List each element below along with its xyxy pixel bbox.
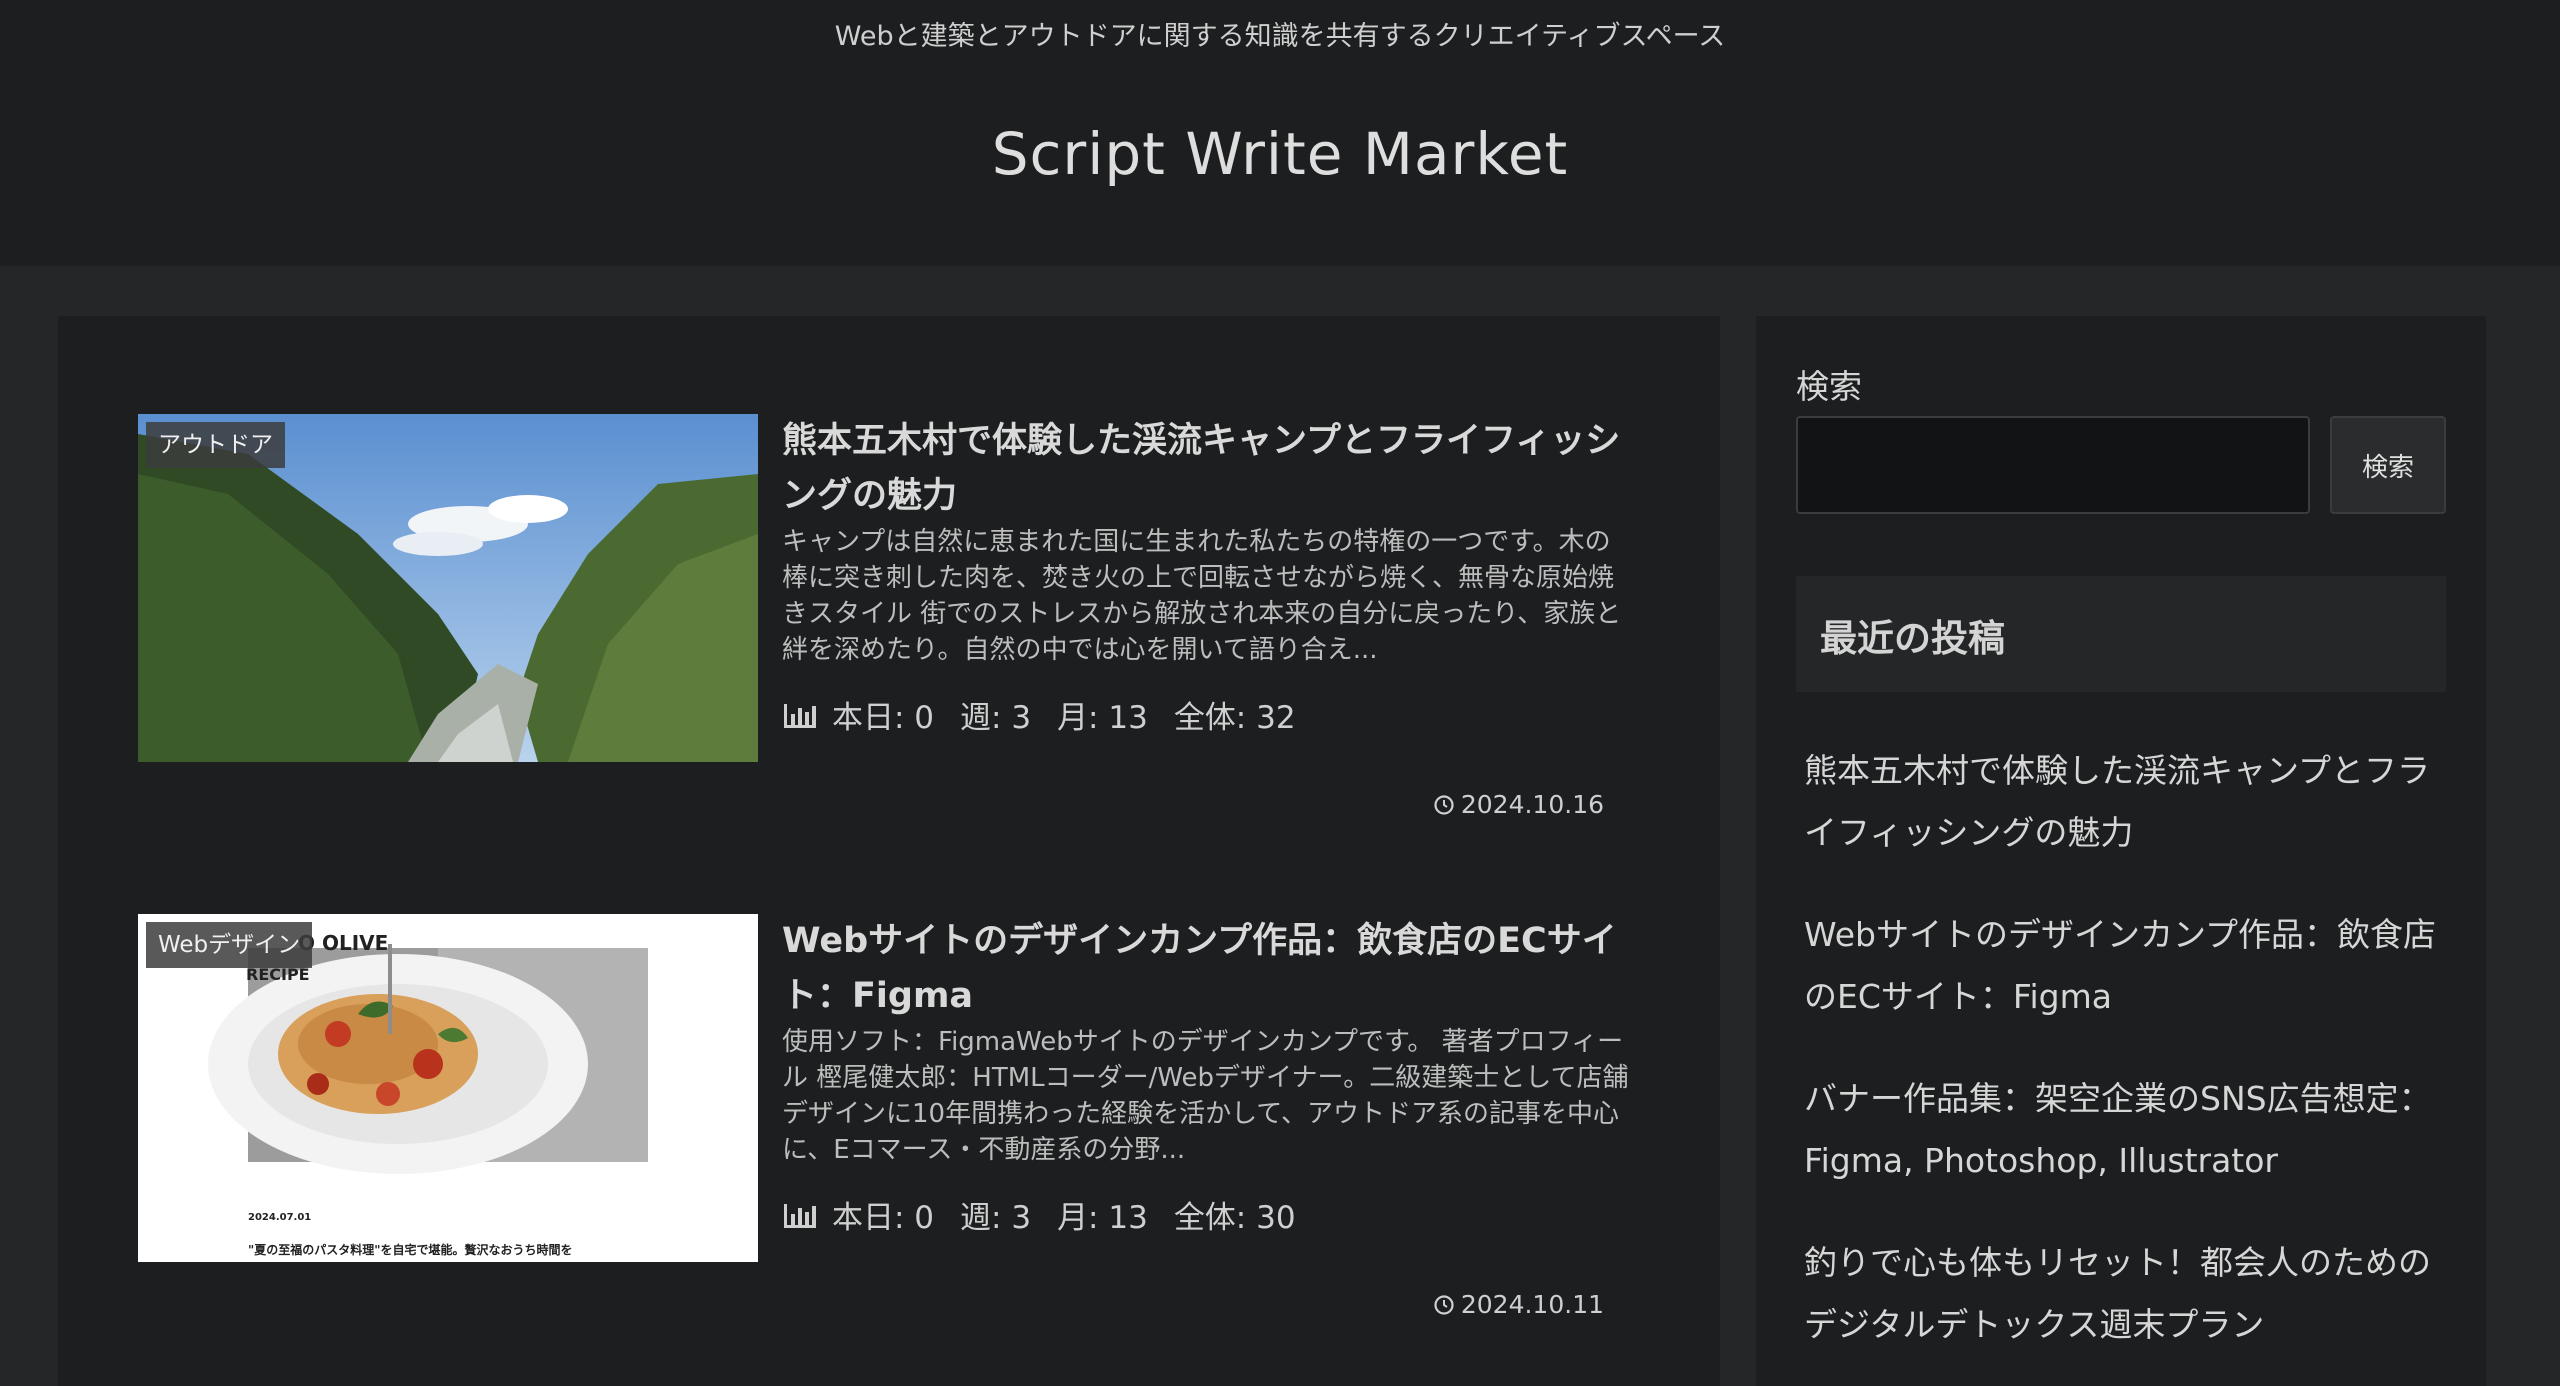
- post-thumbnail-mountain-valley[interactable]: アウトドア: [138, 414, 758, 762]
- site-header: Webと建築とアウトドアに関する知識を共有するクリエイティブスペース Scrip…: [0, 0, 2560, 266]
- search-button[interactable]: 検索: [2330, 416, 2446, 514]
- post-card[interactable]: O OLIVE RECIPE 2024.07.01 "夏の至福のパスタ料理"を自…: [138, 914, 1698, 1324]
- post-title[interactable]: 熊本五木村で体験した渓流キャンプとフライフィッシングの魅力: [782, 414, 1632, 524]
- post-card[interactable]: アウトドア 熊本五木村で体験した渓流キャンプとフライフィッシングの魅力 キャンプ…: [138, 414, 1698, 824]
- stat-today: 本日: 0: [832, 1200, 935, 1236]
- recent-posts-list: 熊本五木村で体験した渓流キャンプとフライフィッシングの魅力 Webサイトのデザイ…: [1804, 740, 2454, 1386]
- category-badge[interactable]: Webデザイン: [146, 922, 313, 968]
- post-date-text: 2024.10.11: [1460, 1290, 1604, 1319]
- bar-chart-icon: [784, 1203, 816, 1228]
- post-view-stats: 本日: 0 週: 3 月: 13 全体: 32: [782, 692, 1632, 737]
- post-date: 2024.10.11: [1433, 1290, 1604, 1319]
- post-date: 2024.10.16: [1433, 790, 1604, 819]
- thumb-caption-text: "夏の至福のパスタ料理"を自宅で堪能。贅沢なおうち時間を: [248, 1242, 573, 1257]
- recent-post-link[interactable]: 熊本五木村で体験した渓流キャンプとフライフィッシングの魅力: [1804, 740, 2454, 864]
- category-badge[interactable]: アウトドア: [146, 422, 285, 468]
- thumb-date-text: 2024.07.01: [248, 1212, 311, 1223]
- recent-posts-heading-box: 最近の投稿: [1796, 576, 2446, 692]
- post-thumbnail-pasta[interactable]: O OLIVE RECIPE 2024.07.01 "夏の至福のパスタ料理"を自…: [138, 914, 758, 1262]
- post-title[interactable]: Webサイトのデザインカンプ作品：飲食店のECサイト：Figma: [782, 914, 1632, 1024]
- search-label: 検索: [1796, 367, 1862, 406]
- stat-month: 月: 13: [1057, 700, 1148, 736]
- post-excerpt: 使用ソフト：FigmaWebサイトのデザインカンプです。 著者プロフィール 樫尾…: [782, 1027, 1629, 1165]
- recent-post-link[interactable]: 釣りで心も体もリセット！都会人のためのデジタルデトックス週末プラン: [1804, 1232, 2454, 1356]
- post-excerpt: キャンプは自然に恵まれた国に生まれた私たちの特権の一つです。木の棒に突き刺した肉…: [782, 527, 1622, 665]
- stat-total: 全体: 32: [1173, 700, 1296, 736]
- stat-month: 月: 13: [1057, 1200, 1148, 1236]
- post-view-stats: 本日: 0 週: 3 月: 13 全体: 30: [782, 1192, 1632, 1237]
- recent-post-link[interactable]: バナー作品集：架空企業のSNS広告想定：Figma, Photoshop, Il…: [1804, 1068, 2454, 1192]
- clock-icon: [1434, 1294, 1454, 1315]
- site-tagline: Webと建築とアウトドアに関する知識を共有するクリエイティブスペース: [834, 21, 1726, 52]
- recent-post-link[interactable]: Webサイトのデザインカンプ作品：飲食店のECサイト：Figma: [1804, 904, 2454, 1028]
- site-title[interactable]: Script Write Market: [0, 120, 2560, 188]
- search-input[interactable]: [1796, 416, 2310, 514]
- stat-total: 全体: 30: [1173, 1200, 1296, 1236]
- clock-icon: [1434, 794, 1454, 815]
- post-date-text: 2024.10.16: [1460, 790, 1604, 819]
- bar-chart-icon: [784, 703, 816, 728]
- post-list: アウトドア 熊本五木村で体験した渓流キャンプとフライフィッシングの魅力 キャンプ…: [58, 316, 1720, 1386]
- recent-posts-heading: 最近の投稿: [1820, 617, 2005, 660]
- stat-today: 本日: 0: [832, 700, 935, 736]
- stat-week: 週: 3: [960, 700, 1032, 736]
- sidebar: 検索 検索 最近の投稿 熊本五木村で体験した渓流キャンプとフライフィッシングの魅…: [1756, 316, 2486, 1386]
- stat-week: 週: 3: [960, 1200, 1032, 1236]
